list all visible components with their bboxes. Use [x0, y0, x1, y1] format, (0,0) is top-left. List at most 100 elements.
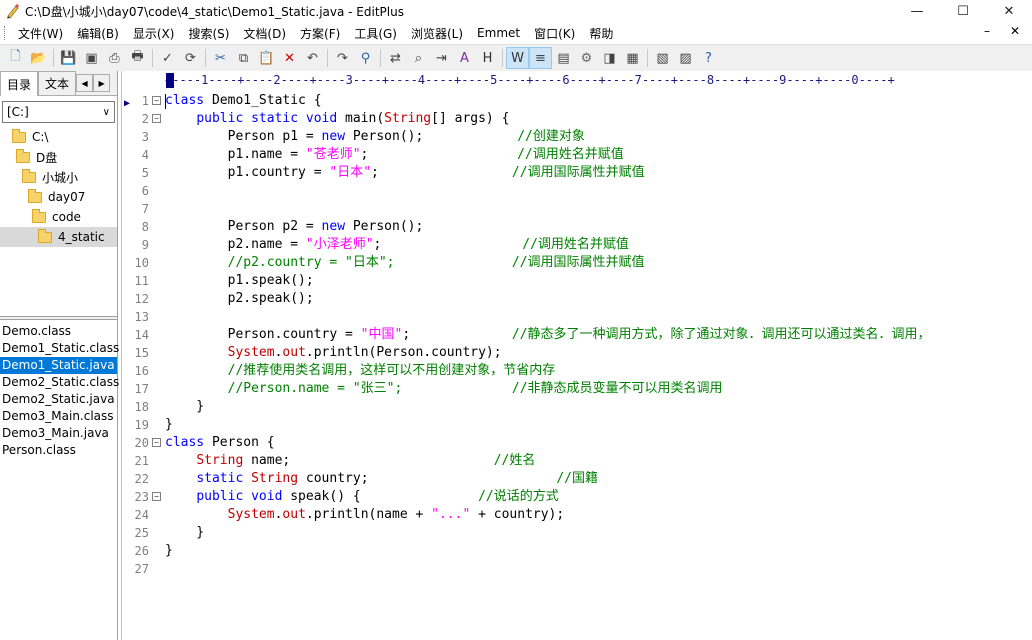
folder-item[interactable]: day07: [0, 187, 117, 207]
code-line: class Person {: [165, 434, 275, 452]
menu-browser[interactable]: 浏览器(L): [404, 25, 470, 42]
menu-emmet[interactable]: Emmet: [470, 26, 527, 40]
folder-label: code: [52, 210, 81, 224]
find-in-files-icon[interactable]: ⌕: [407, 47, 430, 69]
redo-icon[interactable]: ↷: [331, 47, 354, 69]
line-number-label: 15: [134, 346, 149, 360]
code-line: //Person.name = "张三"; //非静态成员变量不可以用类名调用: [165, 380, 723, 398]
tab-directory[interactable]: 目录: [0, 71, 39, 96]
file-list-item[interactable]: Demo3_Main.java: [0, 425, 117, 442]
maximize-button[interactable]: ☐: [940, 0, 986, 22]
line-number-icon[interactable]: ≡: [529, 47, 552, 69]
line-number-label: 17: [134, 382, 149, 396]
code-token: //说话的方式: [478, 489, 559, 504]
delete-icon[interactable]: ✕: [278, 47, 301, 69]
help-icon[interactable]: ?: [697, 47, 720, 69]
copy-icon[interactable]: ⧉: [232, 47, 255, 69]
code-token: System: [227, 507, 275, 522]
goto-icon[interactable]: ⇥: [430, 47, 453, 69]
file-list-item[interactable]: Person.class: [0, 442, 117, 459]
settings-icon[interactable]: ⚙: [575, 47, 598, 69]
code-line: //p2.country = "日本"; //调用国际属性并赋值: [165, 254, 645, 272]
code-line: public void speak() { //说话的方式: [165, 488, 559, 506]
file-list-item[interactable]: Demo2_Static.java: [0, 391, 117, 408]
font-size-icon[interactable]: A: [453, 47, 476, 69]
cut-icon[interactable]: ✂: [209, 47, 232, 69]
sidebar-splitter[interactable]: [0, 316, 117, 320]
fold-toggle-icon[interactable]: −: [152, 114, 161, 123]
browser-icon[interactable]: ◨: [598, 47, 621, 69]
line-number-label: 10: [134, 256, 149, 270]
doc-minimize-button[interactable]: –: [984, 24, 990, 38]
file-list-item[interactable]: Demo3_Main.class: [0, 408, 117, 425]
menu-project[interactable]: 方案(F): [293, 25, 347, 42]
menu-help[interactable]: 帮助: [582, 25, 620, 42]
line-number-label: 7: [141, 202, 149, 216]
new-file-icon[interactable]: 🗋: [4, 47, 27, 69]
print-icon[interactable]: 🖶: [126, 47, 149, 69]
folder-item[interactable]: code: [0, 207, 117, 227]
undo-icon[interactable]: ↶: [301, 47, 324, 69]
code-token: new: [321, 129, 346, 144]
save-all-icon[interactable]: ▣: [80, 47, 103, 69]
folder-item[interactable]: D盘: [0, 147, 117, 167]
code-token: //调用国际属性并赋值: [511, 165, 645, 180]
line-number-label: 2: [141, 112, 149, 126]
refresh-icon[interactable]: ⟳: [179, 47, 202, 69]
menu-document[interactable]: 文档(D): [236, 25, 293, 42]
fold-toggle-icon[interactable]: −: [152, 96, 161, 105]
code-token: country;: [298, 471, 557, 486]
menu-tools[interactable]: 工具(G): [347, 25, 404, 42]
file-list: Demo.class Demo1_Static.class Demo1_Static…: [0, 323, 119, 459]
code-line: static String country; //国籍: [165, 470, 598, 488]
find-icon[interactable]: ⚲: [354, 47, 377, 69]
spellcheck-icon[interactable]: ✓: [156, 47, 179, 69]
code-token: Person();: [345, 219, 424, 234]
directory-icon[interactable]: ▧: [651, 47, 674, 69]
file-list-item[interactable]: Demo.class: [0, 323, 117, 340]
menu-edit[interactable]: 编辑(B): [70, 25, 126, 42]
paste-icon[interactable]: 📋: [255, 47, 278, 69]
menu-search[interactable]: 搜索(S): [181, 25, 236, 42]
heading-icon[interactable]: H: [476, 47, 499, 69]
minimize-button[interactable]: —: [894, 0, 940, 22]
replace-icon[interactable]: ⇄: [384, 47, 407, 69]
save-icon[interactable]: 💾: [57, 47, 80, 69]
tab-cliptext[interactable]: 文本: [38, 71, 77, 95]
folder-item[interactable]: 小城小: [0, 167, 117, 187]
code-token: //调用姓名并赋值: [522, 237, 629, 252]
cliptext-icon[interactable]: ▦: [621, 47, 644, 69]
sidebar: 目录 文本 ◀ ▶ [C:] ∨ C:\ D盘小城小 day07 code 4_stat…: [0, 71, 119, 640]
fold-toggle-icon[interactable]: −: [152, 492, 161, 501]
folder-item[interactable]: C:\: [0, 127, 117, 147]
drive-select[interactable]: [C:] ∨: [2, 101, 115, 123]
code-line: }: [165, 416, 173, 434]
doc-close-button[interactable]: ✕: [1010, 24, 1020, 38]
line-number: 8: [122, 218, 165, 236]
folder-label: D盘: [36, 150, 58, 165]
file-list-item[interactable]: Demo1_Static.java: [0, 357, 117, 374]
code-line: //推荐使用类名调用，这样可以不用创建对象，节省内存: [165, 362, 556, 380]
folder-label: day07: [48, 190, 86, 204]
tab-scroll-right-icon[interactable]: ▶: [93, 74, 111, 92]
column-select-icon[interactable]: ▤: [552, 47, 575, 69]
menu-file[interactable]: 文件(W): [11, 25, 70, 42]
code-token: }: [165, 399, 205, 414]
menu-window[interactable]: 窗口(K): [527, 25, 582, 42]
code-token: Person {: [204, 435, 275, 450]
file-list-item[interactable]: Demo2_Static.class: [0, 374, 119, 391]
code-editor[interactable]: +----1----+----2----+----3----+----4----…: [121, 71, 1032, 640]
open-folder-icon[interactable]: 📂: [27, 47, 50, 69]
word-wrap-icon[interactable]: W: [506, 47, 529, 69]
file-list-item[interactable]: Demo1_Static.class: [0, 340, 119, 357]
menu-view[interactable]: 显示(X): [126, 25, 182, 42]
print-preview-icon[interactable]: ⎙: [103, 47, 126, 69]
output-icon[interactable]: ▨: [674, 47, 697, 69]
fold-toggle-icon[interactable]: −: [152, 438, 161, 447]
close-button[interactable]: ✕: [986, 0, 1032, 22]
code-line: String name; //姓名: [165, 452, 535, 470]
tab-scroll-left-icon[interactable]: ◀: [76, 74, 94, 92]
folder-item[interactable]: 4_static: [0, 227, 117, 247]
code-token: //国籍: [556, 471, 599, 486]
